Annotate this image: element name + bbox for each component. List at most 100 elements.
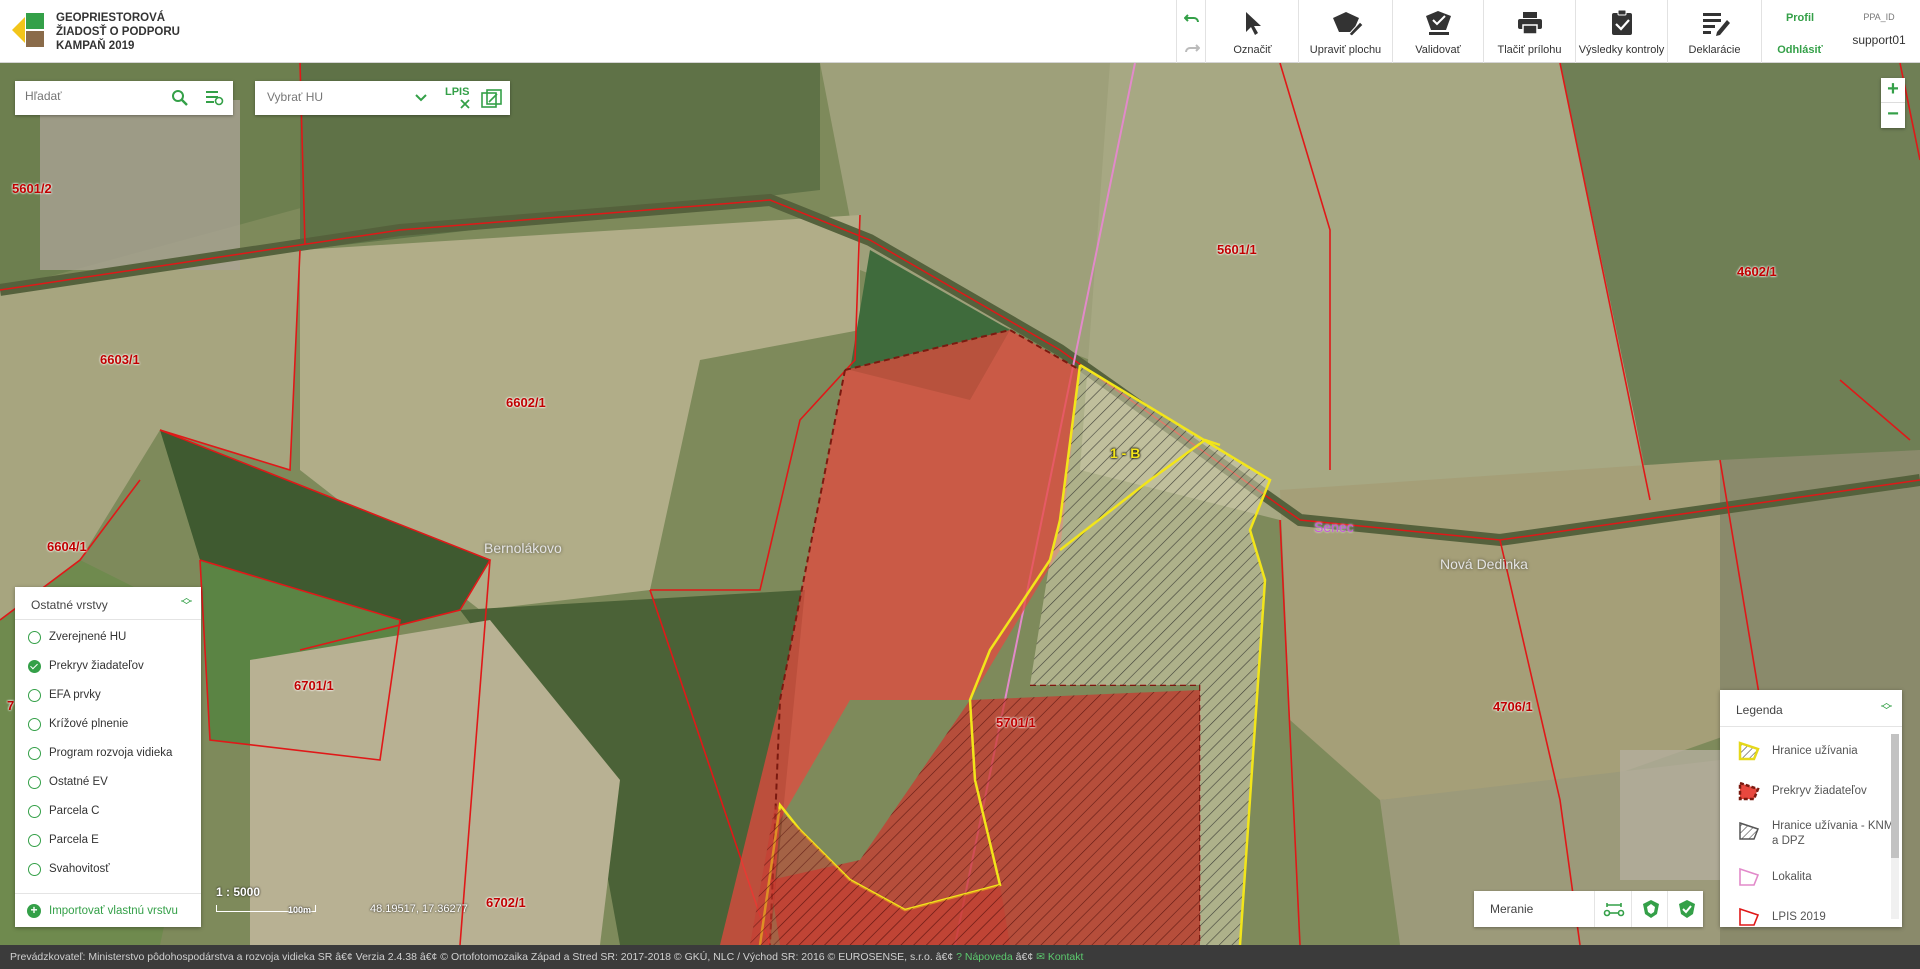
measure-distance-icon <box>1603 903 1625 917</box>
place-label: Senec <box>1314 519 1354 535</box>
tool-label: Výsledky kontroly <box>1578 44 1665 56</box>
footer: Prevádzkovateľ: Ministerstvo pôdohospodá… <box>0 945 1920 969</box>
lpis-label: LPIS <box>445 86 470 98</box>
hu-select[interactable]: Vybrať HU <box>267 90 323 104</box>
chevron-collapse-icon[interactable]: ︿ ﹀ <box>181 593 192 612</box>
validate-button[interactable]: Validovať <box>1393 0 1484 63</box>
scale-unit: 100m <box>288 905 312 915</box>
measure-clear-button[interactable] <box>1667 891 1703 927</box>
layers-panel-header[interactable]: Ostatné vrstvy ︿ ﹀ <box>15 587 201 620</box>
search-list-icon[interactable] <box>205 89 225 107</box>
legend-label: Lokalita <box>1772 871 1812 883</box>
layer-label: Krížové plnenie <box>49 718 129 730</box>
redo-button[interactable] <box>1177 33 1207 63</box>
checkbox-unchecked-icon[interactable] <box>28 776 41 789</box>
layer-item[interactable]: Zverejnené HU <box>15 623 201 652</box>
layer-item[interactable]: Parcela E <box>15 826 201 855</box>
parcel-label: 4602/1 <box>1737 264 1777 279</box>
select-tool-button[interactable]: Označiť <box>1207 0 1299 63</box>
place-label: Nová Dedinka <box>1440 556 1528 572</box>
lpis-toggle[interactable]: LPIS <box>445 86 469 98</box>
checkbox-unchecked-icon[interactable] <box>28 863 41 876</box>
layer-item[interactable]: Parcela C <box>15 797 201 826</box>
app-title-line: ŽIADOSŤ O PODPORU <box>56 26 180 38</box>
logout-link[interactable]: Odhlásiť <box>1762 44 1838 56</box>
chevron-down-icon[interactable] <box>415 93 427 103</box>
search-icon[interactable] <box>171 89 189 107</box>
mail-icon: ✉ <box>1036 951 1045 963</box>
zoom-out-button[interactable]: − <box>1881 103 1905 128</box>
legend-label: Prekryv žiadateľov <box>1772 785 1867 797</box>
edit-area-button[interactable]: Upraviť plochu <box>1299 0 1393 63</box>
legend-panel: Legenda ︿ ﹀ Hranice užívania Prekryv žiad… <box>1720 690 1902 927</box>
usage-boundary-swatch-icon <box>1738 741 1760 761</box>
undo-button[interactable] <box>1177 3 1207 33</box>
hu-selector-box: Vybrať HU LPIS <box>255 81 510 115</box>
measure-area-button[interactable] <box>1631 891 1667 927</box>
parcel-label: 5601/1 <box>1217 242 1257 257</box>
layer-item[interactable]: Program rozvoja vidieka <box>15 739 201 768</box>
legend-header[interactable]: Legenda ︿ ﹀ <box>1720 690 1902 727</box>
checkbox-checked-icon[interactable] <box>28 660 41 673</box>
layer-label: Svahovitosť <box>49 863 110 875</box>
checkbox-unchecked-icon[interactable] <box>28 631 41 644</box>
checkbox-unchecked-icon[interactable] <box>28 805 41 818</box>
measure-label: Meranie <box>1490 902 1534 916</box>
user-info: PPA_ID support01 <box>1838 0 1920 63</box>
layer-item[interactable]: Prekryv žiadateľov <box>15 652 201 681</box>
legend-item: Hranice užívania <box>1720 731 1902 771</box>
chevron-collapse-icon[interactable]: ︿ ﹀ <box>1881 698 1892 717</box>
checkbox-unchecked-icon[interactable] <box>28 834 41 847</box>
zoom-in-button[interactable]: + <box>1881 78 1905 103</box>
layer-item[interactable]: Krížové plnenie <box>15 710 201 739</box>
username: support01 <box>1852 33 1906 47</box>
parcel-label: 6702/1 <box>486 895 526 910</box>
usage-knm-swatch-icon <box>1739 821 1759 840</box>
layers-panel: Ostatné vrstvy ︿ ﹀ Zverejnené HU Prekryv ž… <box>15 587 201 927</box>
validate-icon <box>1426 11 1451 35</box>
legend-title: Legenda <box>1736 703 1783 717</box>
layer-item[interactable]: Svahovitosť <box>15 855 201 884</box>
parcel-label: 6701/1 <box>294 678 334 693</box>
lpis-swatch-icon <box>1739 907 1760 926</box>
cursor-icon <box>1246 12 1261 35</box>
import-layer-button[interactable]: + Importovať vlastnú vrstvu <box>15 893 201 927</box>
orthophoto-map[interactable] <box>0 63 1920 945</box>
plus-icon: + <box>27 904 41 918</box>
search-box <box>15 81 233 115</box>
parcel-label: 5601/2 <box>12 181 52 196</box>
checkbox-unchecked-icon[interactable] <box>28 718 41 731</box>
layer-label: Ostatné EV <box>49 776 108 788</box>
map-canvas[interactable]: 5601/2 5601/1 4602/1 6603/1 6602/1 6604/… <box>0 63 1920 945</box>
checkbox-unchecked-icon[interactable] <box>28 747 41 760</box>
contact-link[interactable]: Kontakt <box>1048 951 1084 963</box>
measure-control: Meranie <box>1474 891 1703 927</box>
layer-label: Program rozvoja vidieka <box>49 747 173 759</box>
tool-label: Validovať <box>1415 44 1461 56</box>
layer-label: Parcela E <box>49 834 99 846</box>
app-title-line: GEOPRIESTOROVÁ <box>56 12 166 24</box>
selected-block-label[interactable]: 1 - B <box>1110 445 1140 461</box>
checkbox-unchecked-icon[interactable] <box>28 689 41 702</box>
measure-distance-button[interactable] <box>1594 891 1631 927</box>
layer-item[interactable]: EFA prvky <box>15 681 201 710</box>
search-input[interactable] <box>25 89 165 103</box>
tool-label: Označiť <box>1233 44 1272 56</box>
legend-label: Hranice užívania <box>1772 745 1858 757</box>
legend-scrollbar-thumb[interactable] <box>1891 734 1899 858</box>
profile-link[interactable]: Profil <box>1762 12 1838 24</box>
print-attachment-button[interactable]: Tlačiť prílohu <box>1484 0 1576 63</box>
legend-scrollbar[interactable] <box>1891 734 1899 919</box>
parcel-label: 7 <box>7 698 15 713</box>
undo-icon <box>1183 14 1199 23</box>
edit-area-icon <box>1333 12 1364 36</box>
close-icon[interactable] <box>460 99 470 109</box>
help-link[interactable]: Nápoveda <box>965 951 1013 963</box>
declarations-button[interactable]: Deklarácie <box>1668 0 1762 63</box>
layer-item[interactable]: Ostatné EV <box>15 768 201 797</box>
tool-label: Tlačiť prílohu <box>1497 44 1562 56</box>
layer-compare-icon[interactable] <box>481 89 503 109</box>
control-results-button[interactable]: Výsledky kontroly <box>1576 0 1668 63</box>
history-controls <box>1176 0 1206 63</box>
legend-label: LPIS 2019 <box>1772 911 1826 923</box>
